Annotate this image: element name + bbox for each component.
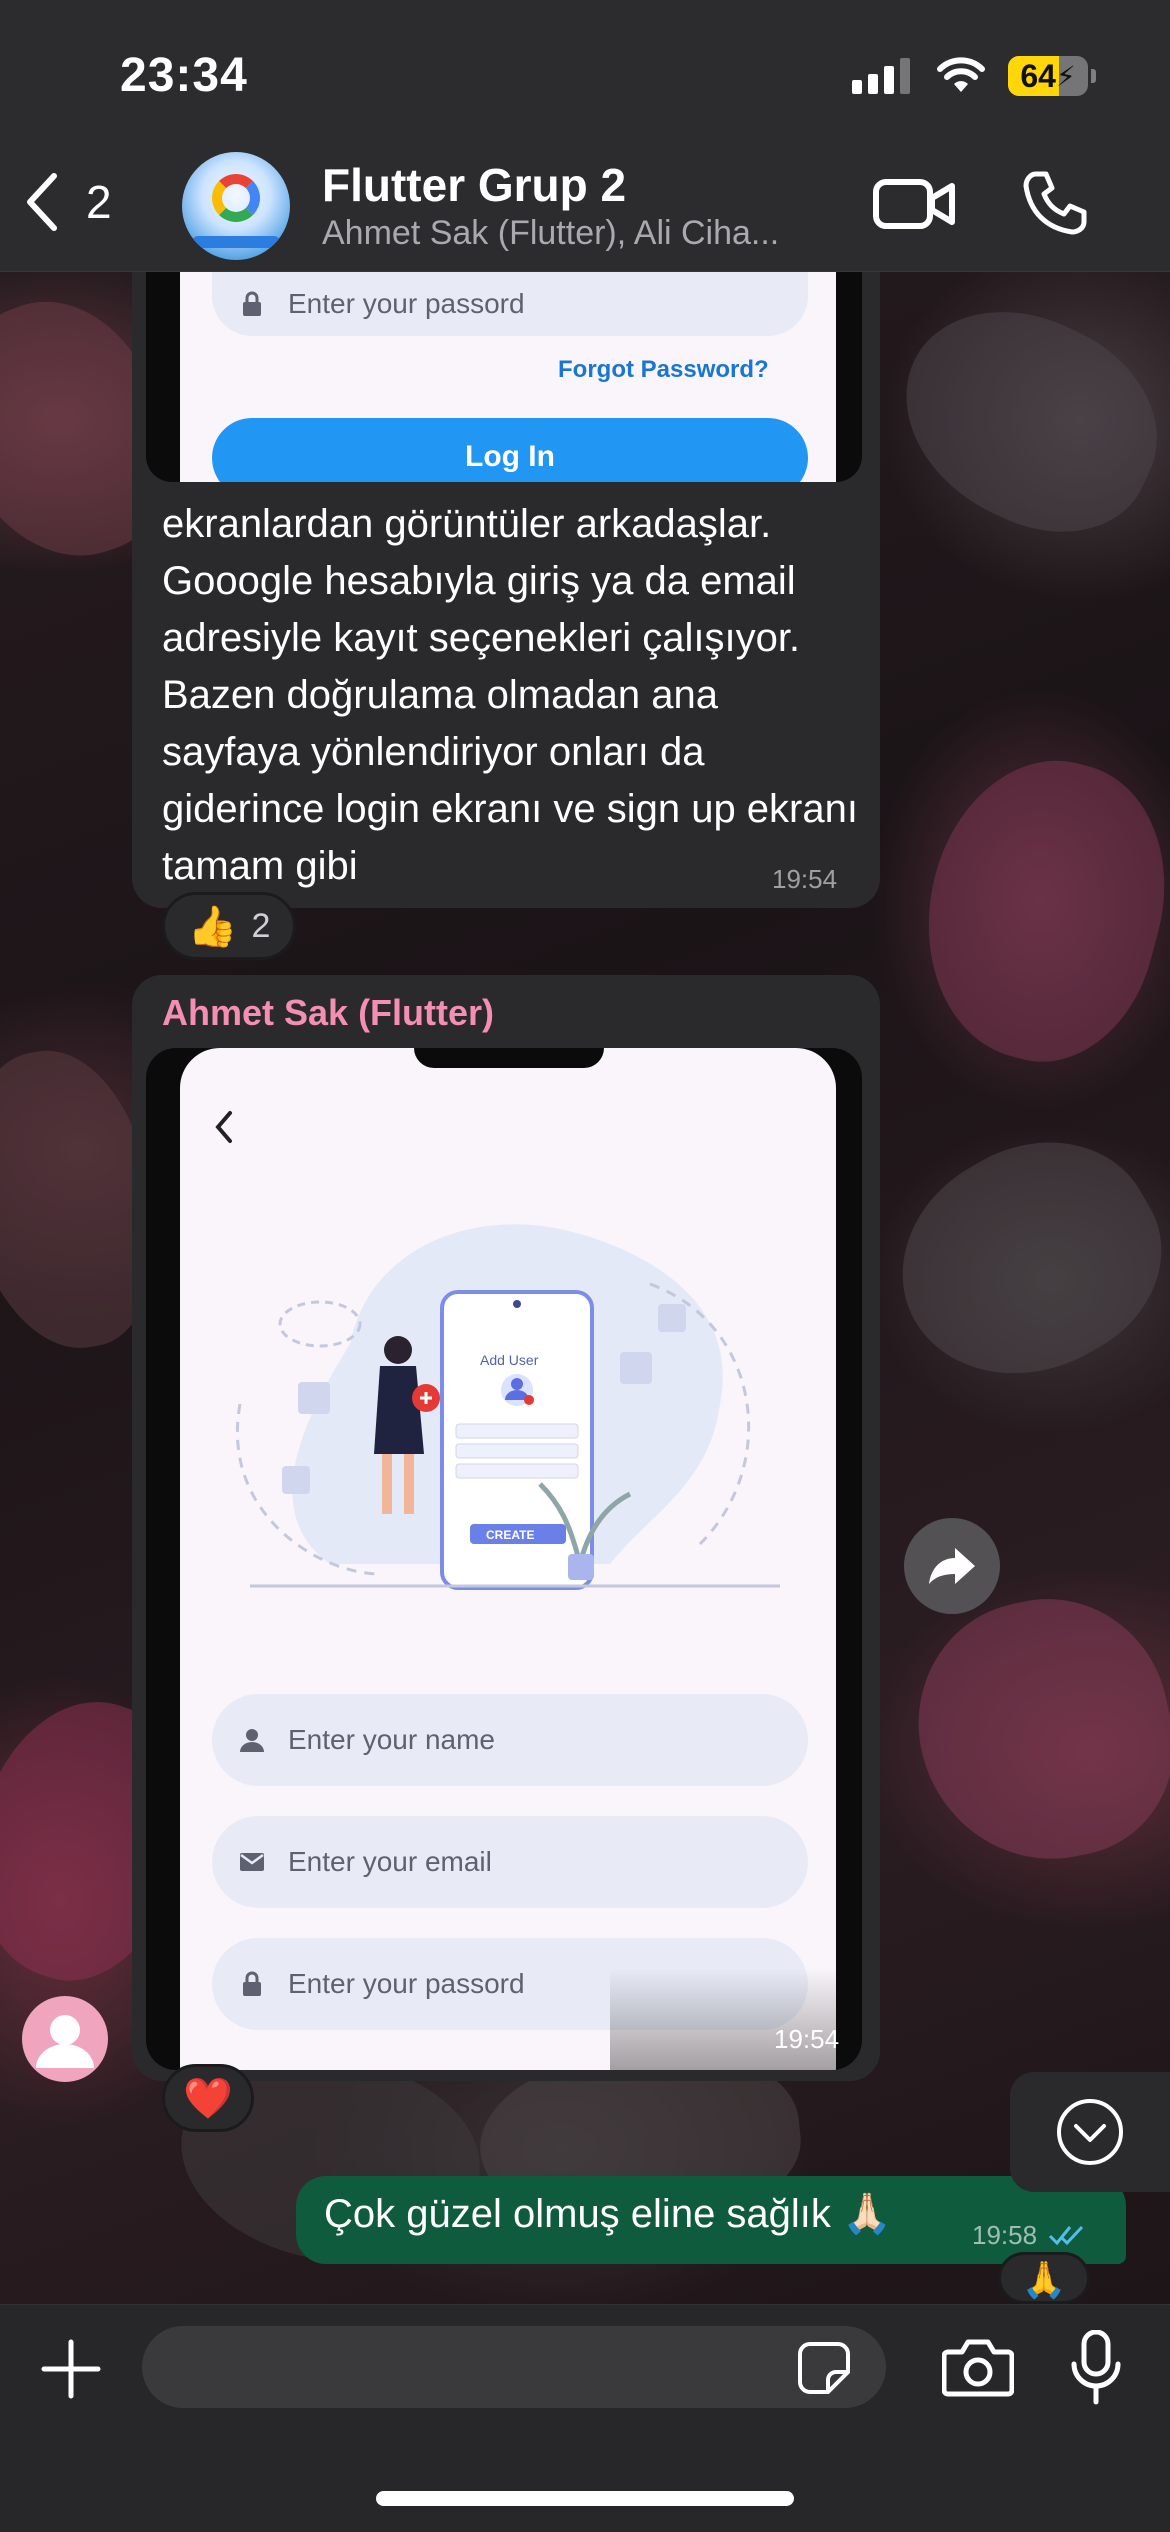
chevron-down-circle-icon <box>1057 2099 1123 2165</box>
email-placeholder: Enter your email <box>288 1846 492 1877</box>
outgoing-message-bubble[interactable]: Çok güzel olmuş eline sağlık 🙏🏻 19:58 <box>296 2176 1126 2264</box>
message-image[interactable]: Add User CREATE Enter your name Enter yo… <box>146 1048 862 2070</box>
microphone-icon[interactable] <box>1068 2330 1124 2406</box>
screenshot-signup-screen: Add User CREATE Enter your name Enter yo… <box>180 1048 836 2070</box>
message-input[interactable] <box>142 2326 886 2408</box>
battery-percent: 64 <box>1020 57 1056 94</box>
google-logo-icon <box>212 174 260 222</box>
video-call-icon[interactable] <box>872 172 956 236</box>
reaction-count: 2 <box>251 906 271 945</box>
name-placeholder: Enter your name <box>288 1724 495 1755</box>
chevron-left-icon <box>27 173 57 231</box>
battery-nub <box>1091 69 1096 83</box>
mail-icon <box>240 1853 264 1871</box>
add-user-illustration <box>236 1224 780 1590</box>
home-indicator[interactable] <box>376 2491 794 2506</box>
lock-icon <box>243 1971 261 1996</box>
sticker-icon[interactable] <box>796 2340 852 2396</box>
scroll-to-bottom-button[interactable] <box>1010 2072 1170 2192</box>
password-placeholder: Enter your passord <box>288 1968 525 1999</box>
back-button[interactable]: 2 <box>22 172 112 232</box>
plus-icon[interactable] <box>40 2338 102 2400</box>
illustration-title: Add User <box>480 1352 539 1368</box>
forward-button[interactable] <box>904 1518 1000 1614</box>
heart-icon: ❤️ <box>183 2076 233 2121</box>
double-check-icon <box>1048 2225 1084 2246</box>
chat-participants[interactable]: Ahmet Sak (Flutter), Ali Ciha... <box>322 214 842 253</box>
group-avatar[interactable] <box>182 152 290 260</box>
forgot-password-link: Forgot Password? <box>558 356 769 383</box>
person-icon <box>36 2015 94 2068</box>
screenshot-login-screen: Enter your passord Forgot Password? Log … <box>180 272 836 482</box>
message-time: 19:54 <box>774 2024 840 2054</box>
lock-icon <box>243 291 261 316</box>
reaction-badge[interactable]: 👍 2 <box>162 892 296 960</box>
message-time: 19:54 <box>772 864 838 894</box>
phone-call-icon[interactable] <box>1022 170 1088 236</box>
unread-count: 2 <box>86 176 112 228</box>
reaction-badge[interactable]: ❤️ <box>162 2064 254 2132</box>
password-placeholder: Enter your passord <box>288 288 525 319</box>
person-icon <box>240 1729 264 1752</box>
cellular-signal-icon <box>852 58 910 94</box>
bolt-icon: ⚡ <box>1055 60 1076 92</box>
message-image[interactable]: Enter your passord Forgot Password? Log … <box>146 272 862 482</box>
back-arrow-icon <box>215 1111 232 1143</box>
message-caption: ekranlardan görüntüler arkadaşlar. Gooog… <box>162 502 858 888</box>
name-field: Enter your name <box>212 1694 808 1786</box>
login-button: Log In <box>212 418 808 482</box>
thumbs-up-icon: 👍 <box>187 904 238 949</box>
battery-indicator: 64 ⚡ <box>1008 56 1088 96</box>
sender-avatar[interactable] <box>22 1996 108 2082</box>
reaction-badge[interactable]: 🙏 <box>998 2252 1090 2304</box>
chat-title[interactable]: Flutter Grup 2 <box>322 158 626 212</box>
folded-hands-icon: 🙏 <box>1021 2259 1067 2300</box>
outgoing-message-text: Çok güzel olmuş eline sağlık 🙏🏻 <box>324 2192 892 2236</box>
password-field: Enter your passord <box>212 272 808 336</box>
illustration-button: CREATE <box>486 1528 535 1542</box>
wifi-icon <box>937 57 985 92</box>
email-field: Enter your email <box>212 1816 808 1908</box>
sender-name[interactable]: Ahmet Sak (Flutter) <box>162 992 494 1034</box>
status-time: 23:34 <box>120 49 248 102</box>
camera-icon[interactable] <box>942 2336 1014 2398</box>
message-time: 19:58 <box>972 2220 1038 2250</box>
share-arrow-icon <box>929 1548 975 1584</box>
